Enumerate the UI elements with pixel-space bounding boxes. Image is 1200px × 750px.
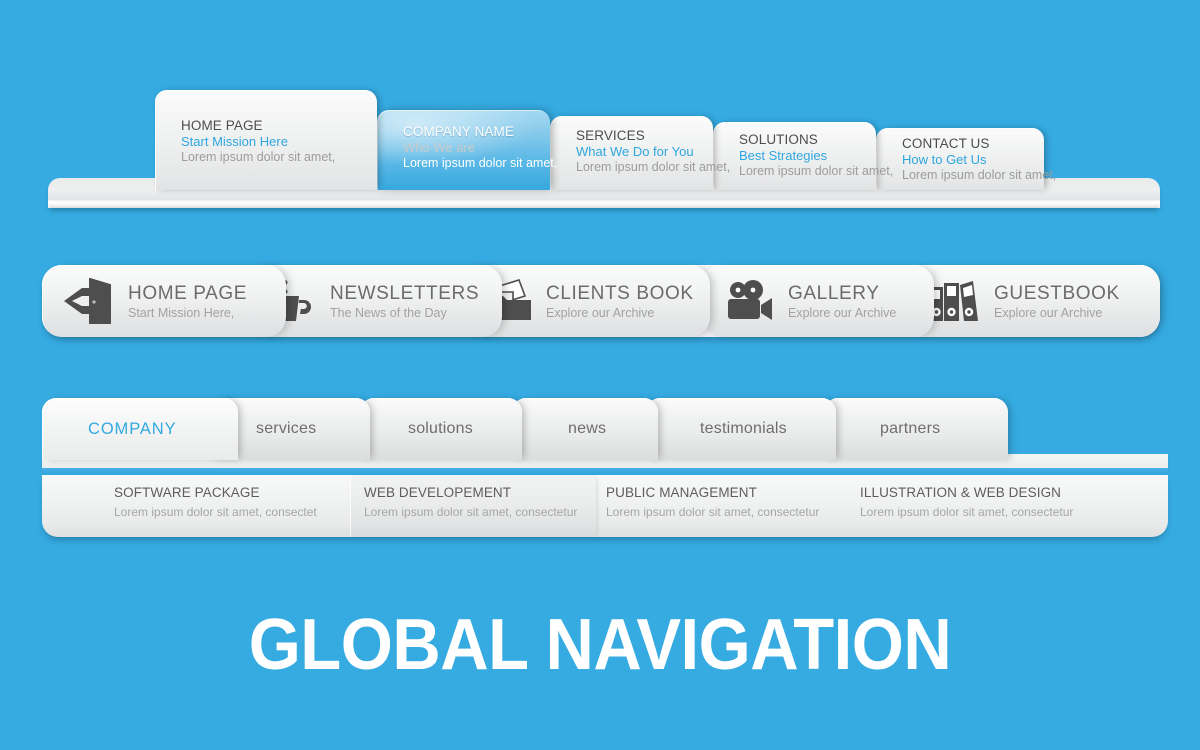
cascade-tab-description: Lorem ipsum dolor sit amet, <box>181 150 336 164</box>
cascade-tab-subtitle: How to Get Us <box>902 152 987 167</box>
cascade-tab-subtitle: Who We are <box>403 140 476 155</box>
cascade-tab-title: CONTACT US <box>902 136 990 151</box>
icon-pill-title: GALLERY <box>788 282 880 304</box>
tab-partners[interactable]: partners <box>824 398 1008 460</box>
cascade-tab-title: HOME PAGE <box>181 118 263 133</box>
cascade-tab-3[interactable]: SOLUTIONS Best Strategies Lorem ipsum dolo… <box>713 122 894 190</box>
cascade-tab-description: Lorem ipsum dolor sit amet, <box>902 168 1057 182</box>
tab-company[interactable]: COMPANY <box>42 398 238 460</box>
binders-icon <box>926 279 982 323</box>
tab-strip-list: partners testimonials news solutions service… <box>42 398 1168 460</box>
icon-pill-title: CLIENTS BOOK <box>546 282 694 304</box>
tab-strip-accent-rule <box>42 468 1168 475</box>
panel-cell-3[interactable]: ILLUSTRATION & WEB DESIGN Lorem ipsum dol… <box>850 475 1168 537</box>
tab-label: COMPANY <box>88 419 177 438</box>
cascade-tab-4[interactable]: CONTACT US How to Get Us Lorem ipsum dolor… <box>876 128 1057 190</box>
cascade-tab-title: SERVICES <box>576 128 645 143</box>
cascade-tab-title: COMPANY NAME <box>403 124 514 139</box>
tab-solutions[interactable]: solutions <box>360 398 522 460</box>
icon-pill-4[interactable]: GUESTBOOK Explore our Archive <box>908 265 1160 337</box>
panel-cell-subtitle: Lorem ipsum dolor sit amet, consectetur <box>860 505 1074 519</box>
icon-pill-3[interactable]: GALLERY Explore our Archive <box>702 265 934 337</box>
icon-pill-text: HOME PAGE Start Mission Here, <box>128 283 247 320</box>
tab-label: partners <box>880 420 941 437</box>
panel-cell-title: SOFTWARE PACKAGE <box>114 485 260 500</box>
icon-pill-subtitle: Explore our Archive <box>546 305 655 320</box>
icon-pill-text: GALLERY Explore our Archive <box>788 283 896 320</box>
icon-pill-text: NEWSLETTERS The News of the Day <box>330 283 479 320</box>
cascade-tab-1[interactable]: COMPANY NAME Who We are Lorem ipsum dolor … <box>377 110 558 190</box>
cascading-tab-nav: CONTACT US How to Get Us Lorem ipsum dolor… <box>0 0 1200 230</box>
tab-testimonials[interactable]: testimonials <box>646 398 836 460</box>
panel-cell-1[interactable]: WEB DEVELOPEMENT Lorem ipsum dolor sit am… <box>350 475 596 537</box>
icon-pill-text: GUESTBOOK Explore our Archive <box>994 283 1120 320</box>
cascade-tab-subtitle: Best Strategies <box>739 148 828 163</box>
icon-pill-0[interactable]: HOME PAGE Start Mission Here, <box>42 265 286 337</box>
page-title: GLOBAL NAVIGATION <box>248 605 952 685</box>
tab-news[interactable]: news <box>512 398 658 460</box>
tab-content-panel: SOFTWARE PACKAGE Lorem ipsum dolor sit am… <box>42 475 1168 537</box>
cascade-tab-0[interactable]: HOME PAGE Start Mission Here Lorem ipsum d… <box>155 90 377 190</box>
cascade-tab-description: Lorem ipsum dolor sit amet, <box>403 156 558 170</box>
icon-pill-subtitle: Explore our Archive <box>788 305 897 320</box>
cascade-tab-description: Lorem ipsum dolor sit amet, <box>739 164 894 178</box>
tabbed-nav: partners testimonials news solutions service… <box>42 398 1168 544</box>
tab-label: solutions <box>408 420 473 437</box>
open-door-icon <box>60 278 116 324</box>
tab-label: services <box>256 420 317 437</box>
icon-pill-nav: GUESTBOOK Explore our Archive GALLERY Explo… <box>42 265 1160 337</box>
icon-pill-subtitle: The News of the Day <box>330 305 447 320</box>
panel-cell-title: WEB DEVELOPEMENT <box>364 485 512 500</box>
movie-camera-icon <box>720 279 776 323</box>
panel-cell-subtitle: Lorem ipsum dolor sit amet, consectetur <box>606 505 820 519</box>
tab-label: testimonials <box>700 420 787 437</box>
panel-cell-2[interactable]: PUBLIC MANAGEMENT Lorem ipsum dolor sit a… <box>596 475 850 537</box>
icon-pill-subtitle: Start Mission Here, <box>128 305 235 320</box>
cascade-tab-title: SOLUTIONS <box>739 132 818 147</box>
icon-pill-title: GUESTBOOK <box>994 282 1120 304</box>
global-navigation-poster: CONTACT US How to Get Us Lorem ipsum dolor… <box>0 0 1200 750</box>
panel-cell-0[interactable]: SOFTWARE PACKAGE Lorem ipsum dolor sit am… <box>42 475 350 537</box>
panel-cell-subtitle: Lorem ipsum dolor sit amet, consectet <box>114 505 317 519</box>
panel-cell-subtitle: Lorem ipsum dolor sit amet, consectetur <box>364 505 578 519</box>
panel-cell-title: PUBLIC MANAGEMENT <box>606 485 757 500</box>
icon-pill-title: NEWSLETTERS <box>330 282 480 304</box>
icon-pill-subtitle: Explore our Archive <box>994 305 1103 320</box>
cascade-tab-description: Lorem ipsum dolor sit amet, <box>576 160 731 174</box>
panel-cell-title: ILLUSTRATION & WEB DESIGN <box>860 485 1062 500</box>
cascade-tab-subtitle: What We Do for You <box>576 144 694 159</box>
cascade-tab-subtitle: Start Mission Here <box>181 134 288 149</box>
cascade-tab-2[interactable]: SERVICES What We Do for You Lorem ipsum do… <box>550 116 731 190</box>
tab-label: news <box>568 420 607 437</box>
icon-pill-title: HOME PAGE <box>128 282 248 304</box>
icon-pill-text: CLIENTS BOOK Explore our Archive <box>546 283 694 320</box>
